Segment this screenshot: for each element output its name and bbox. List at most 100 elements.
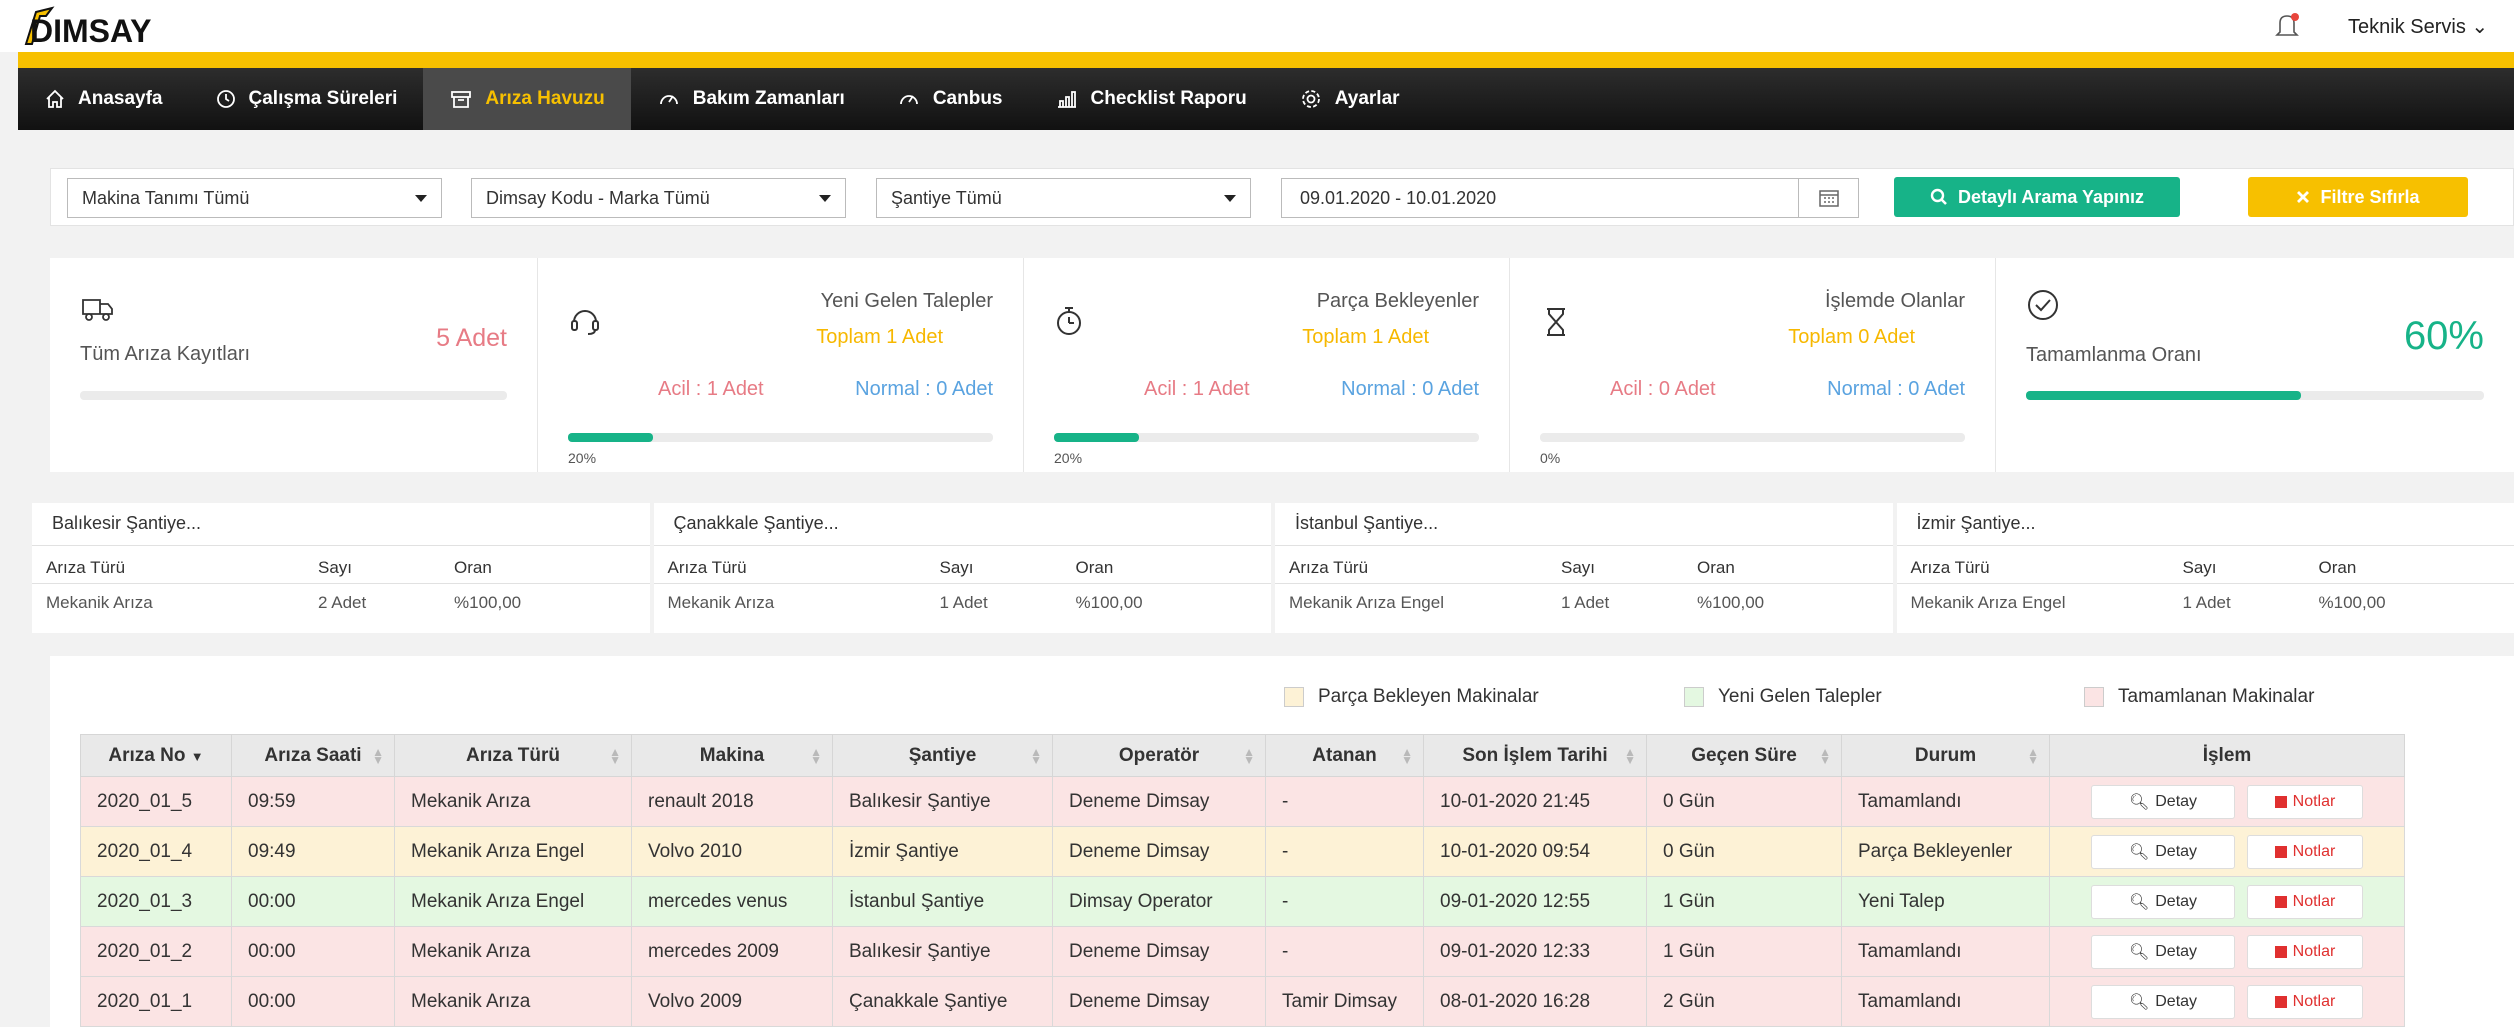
- sort-icon: ▲ ▼: [2027, 745, 2039, 767]
- cell-operator: Deneme Dimsay: [1052, 926, 1266, 977]
- col-count: Sayı: [2182, 558, 2217, 577]
- machine-select-value: Makina Tanımı Tümü: [82, 187, 250, 208]
- notes-button[interactable]: Notlar: [2247, 984, 2363, 1019]
- nav-item-home[interactable]: Anasayfa: [18, 68, 189, 130]
- nav-item-fault-pool[interactable]: Arıza Havuzu: [423, 68, 631, 130]
- search-icon: 🔍︎: [2128, 893, 2150, 911]
- calendar-button[interactable]: [1798, 178, 1858, 218]
- notes-button[interactable]: Notlar: [2247, 834, 2363, 869]
- stat-in-progress[interactable]: İşlemde Olanlar Toplam 0 Adet Acil : 0 A…: [1510, 258, 1996, 472]
- col-operator[interactable]: Operatör ▲ ▼: [1052, 734, 1266, 777]
- filter-bar: Makina Tanımı Tümü Dimsay Kodu - Marka T…: [50, 168, 2514, 226]
- nav-item-maintenance[interactable]: Bakım Zamanları: [631, 68, 871, 130]
- nav-item-checklist[interactable]: Checklist Raporu: [1029, 68, 1273, 130]
- machine-select[interactable]: Makina Tanımı Tümü: [67, 178, 442, 218]
- col-assignee[interactable]: Atanan ▲ ▼: [1265, 734, 1424, 777]
- notes-button[interactable]: Notlar: [2247, 884, 2363, 919]
- col-fault-type[interactable]: Arıza Türü ▲ ▼: [394, 734, 632, 777]
- search-icon: 🔍︎: [2128, 943, 2150, 961]
- brand-name: DIMSAY: [30, 13, 152, 49]
- stat-completion-rate[interactable]: Tamamlanma Oranı 60%: [1996, 258, 2514, 472]
- nav-label: Canbus: [932, 88, 1003, 109]
- cell-actions: 🔍︎ Detay Notlar: [2049, 776, 2405, 827]
- sort-icon: ▲ ▼: [1030, 745, 1042, 767]
- search-icon: [1930, 188, 1947, 205]
- site-select[interactable]: Şantiye Tümü: [876, 178, 1251, 218]
- nav-label: Checklist Raporu: [1090, 88, 1247, 109]
- detail-button[interactable]: 🔍︎ Detay: [2091, 784, 2235, 819]
- reset-filter-button[interactable]: Filtre Sıfırla: [2248, 177, 2468, 217]
- col-fault-time[interactable]: Arıza Saati ▲ ▼: [231, 734, 395, 777]
- notes-button[interactable]: Notlar: [2247, 784, 2363, 819]
- site-summary: Balıkesir Şantiye... Arıza Türü Sayı Oran …: [32, 503, 2514, 633]
- fault-ratio: %100,00: [1075, 593, 1143, 612]
- stat-new-requests[interactable]: Yeni Gelen Talepler Toplam 1 Adet Acil :…: [538, 258, 1024, 472]
- col-ratio: Oran: [454, 558, 492, 577]
- legend-label: Yeni Gelen Talepler: [1718, 686, 1882, 707]
- col-last-action-date[interactable]: Son İşlem Tarihi ▲ ▼: [1423, 734, 1647, 777]
- stat-all-faults[interactable]: Tüm Arıza Kayıtları 5 Adet: [50, 258, 538, 472]
- code-brand-select[interactable]: Dimsay Kodu - Marka Tümü: [471, 178, 846, 218]
- cell-site: İzmir Şantiye: [832, 826, 1053, 877]
- sort-icon: ▲ ▼: [810, 745, 822, 767]
- note-icon: [2274, 945, 2287, 958]
- detail-button[interactable]: 🔍︎ Detay: [2091, 934, 2235, 969]
- col-status[interactable]: Durum ▲ ▼: [1841, 734, 2050, 777]
- progress-label: 0%: [1540, 450, 1561, 466]
- completion-value: 60%: [2403, 314, 2484, 358]
- detail-button[interactable]: 🔍︎ Detay: [2091, 834, 2235, 869]
- stat-title: Parça Bekleyenler: [1316, 290, 1479, 312]
- table-row[interactable]: 2020_01_3 00:00 Mekanik Arıza Engel merc…: [80, 876, 2405, 927]
- progress-fill: [568, 433, 653, 442]
- top-bar: DIMSAY Teknik Servis ⌄: [0, 0, 2514, 52]
- col-count: Sayı: [318, 558, 353, 577]
- brand-stripe: [18, 52, 2514, 68]
- col-fault-no[interactable]: Arıza No ▼: [80, 734, 232, 777]
- detail-button[interactable]: 🔍︎ Detay: [2091, 984, 2235, 1019]
- nav-item-canbus[interactable]: Canbus: [871, 68, 1029, 130]
- detailed-search-button[interactable]: Detaylı Arama Yapınız: [1894, 177, 2180, 217]
- date-range-input[interactable]: 09.01.2020 - 10.01.2020: [1281, 178, 1859, 218]
- stat-total: Toplam 1 Adet: [1302, 326, 1429, 348]
- progress-fill: [1054, 433, 1139, 442]
- progress-bar: [1540, 433, 1965, 442]
- notes-label: Notlar: [2292, 892, 2336, 910]
- site-header-row: Arıza Türü Sayı Oran: [668, 558, 1258, 578]
- cell-fault-time: 09:59: [231, 776, 395, 827]
- notification-bell-icon[interactable]: [2275, 12, 2301, 40]
- cell-fault-no: 2020_01_2: [80, 926, 232, 977]
- divider: [653, 545, 1271, 546]
- user-menu[interactable]: Teknik Servis ⌄: [2348, 14, 2488, 39]
- col-type: Arıza Türü: [1910, 558, 1990, 577]
- cell-elapsed: 1 Gün: [1646, 876, 1842, 927]
- fault-type: Mekanik Arıza Engel: [1910, 593, 2066, 612]
- brand-logo[interactable]: DIMSAY: [22, 6, 152, 50]
- cell-status: Tamamlandı: [1841, 976, 2050, 1027]
- nav-item-settings[interactable]: Ayarlar: [1273, 68, 1426, 130]
- cell-elapsed: 1 Gün: [1646, 926, 1842, 977]
- stat-title: Tüm Arıza Kayıtları: [80, 343, 251, 365]
- table-row[interactable]: 2020_01_5 09:59 Mekanik Arıza renault 20…: [80, 776, 2405, 827]
- headset-icon: [571, 310, 599, 335]
- nav-label: Bakım Zamanları: [692, 88, 845, 109]
- detail-button[interactable]: 🔍︎ Detay: [2091, 884, 2235, 919]
- stat-awaiting-parts[interactable]: Parça Bekleyenler Toplam 1 Adet Acil : 1…: [1024, 258, 1510, 472]
- cell-assignee: -: [1265, 776, 1424, 827]
- col-elapsed[interactable]: Geçen Süre ▲ ▼: [1646, 734, 1842, 777]
- table-row[interactable]: 2020_01_1 00:00 Mekanik Arıza Volvo 2009…: [80, 976, 2405, 1027]
- col-site[interactable]: Şantiye ▲ ▼: [832, 734, 1053, 777]
- notes-button[interactable]: Notlar: [2247, 934, 2363, 969]
- col-machine[interactable]: Makina ▲ ▼: [631, 734, 833, 777]
- fault-table: Arıza No ▼ Arıza Saati ▲ ▼ Arıza Türü ▲ ▼ Ma…: [80, 734, 2405, 1027]
- table-row[interactable]: 2020_01_4 09:49 Mekanik Arıza Engel Volv…: [80, 826, 2405, 877]
- stat-title: İşlemde Olanlar: [1824, 290, 1965, 312]
- calendar-icon: [1818, 190, 1839, 207]
- notes-label: Notlar: [2292, 792, 2336, 810]
- nav-item-work-hours[interactable]: Çalışma Süreleri: [189, 68, 424, 130]
- completion-progress-bar: [2026, 391, 2484, 400]
- caret-down-icon: [1224, 195, 1236, 202]
- progress-label: 20%: [568, 450, 597, 466]
- cell-site: Balıkesir Şantiye: [832, 776, 1053, 827]
- cell-site: Balıkesir Şantiye: [832, 926, 1053, 977]
- table-row[interactable]: 2020_01_2 00:00 Mekanik Arıza mercedes 2…: [80, 926, 2405, 977]
